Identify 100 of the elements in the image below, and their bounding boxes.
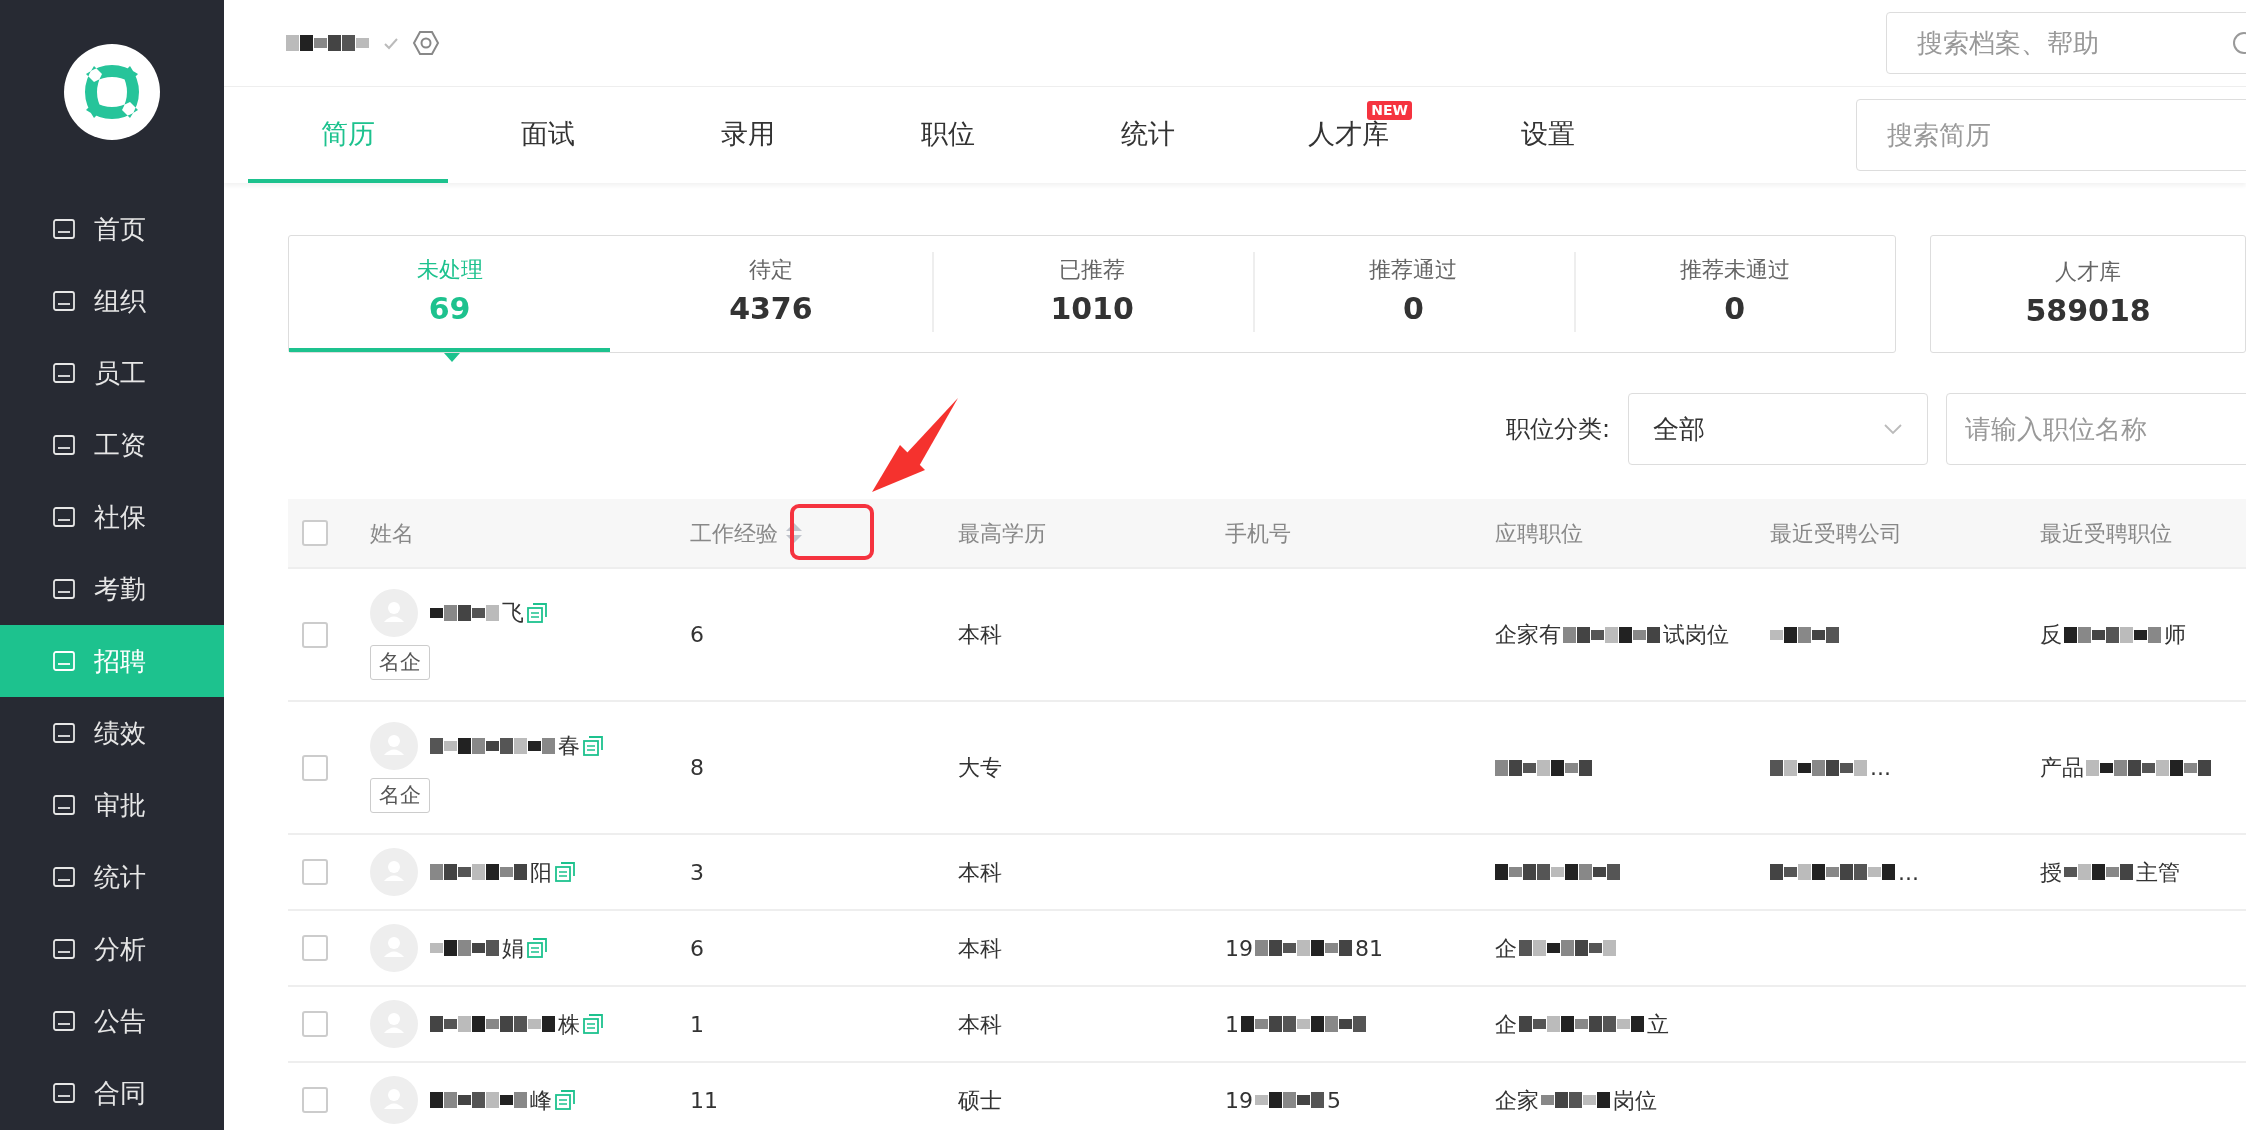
company-tag: 名企 <box>370 777 430 814</box>
table-cell-text: 本科 <box>958 1010 1003 1039</box>
talent-pool-card[interactable]: 人才库 589018 <box>1930 235 2246 353</box>
column-header: 工作经验 <box>690 519 778 548</box>
checkbox[interactable] <box>302 935 328 961</box>
sidebar-item[interactable]: 审批 <box>0 769 224 841</box>
sidebar-item[interactable]: 工资 <box>0 409 224 481</box>
tab[interactable]: 职位 <box>848 87 1048 183</box>
table-cell-text: 本科 <box>958 934 1003 963</box>
logo-icon <box>64 43 160 140</box>
sidebar-item[interactable]: 社保 <box>0 481 224 553</box>
cell-text: 企家有 <box>1495 621 1561 649</box>
cell-text: 春 <box>558 732 580 761</box>
column-header: 应聘职位 <box>1495 519 1583 548</box>
sidebar-item[interactable]: 绩效 <box>0 697 224 769</box>
sidebar-item[interactable]: 统计 <box>0 841 224 913</box>
stat-tab[interactable]: 已推荐 1010 <box>931 236 1253 352</box>
stat-label: 未处理 <box>416 256 483 284</box>
sidebar-item[interactable]: 分析 <box>0 913 224 985</box>
filter-label: 职位分类: <box>1505 414 1610 445</box>
stat-count: 589018 <box>2025 292 2151 330</box>
new-badge: NEW <box>1367 101 1412 120</box>
cell-text: 5 <box>1327 1086 1341 1115</box>
square-icon <box>52 217 76 241</box>
position-name-field[interactable]: 请输入职位名称 <box>1946 393 2246 465</box>
square-icon <box>52 577 76 601</box>
table-cell-text: 本科 <box>958 858 1003 887</box>
column-header: 最近受聘公司 <box>1770 519 1902 548</box>
stat-tab[interactable]: 待定 4376 <box>610 236 932 352</box>
checkbox[interactable] <box>302 621 328 648</box>
cell-text: 企 <box>1495 1010 1517 1039</box>
checkbox[interactable] <box>302 754 328 781</box>
stat-count: 1010 <box>1050 290 1134 328</box>
mosaic-drawing <box>430 937 500 959</box>
square-icon <box>52 361 76 385</box>
sidebar-item[interactable]: 组织 <box>0 265 224 337</box>
search-field[interactable]: 搜索档案、帮助 <box>1886 12 2246 74</box>
checkbox[interactable] <box>302 1011 328 1037</box>
cell-text: ... <box>1870 754 1891 782</box>
checkbox[interactable] <box>302 859 328 885</box>
column-header: 最近受聘职位 <box>2040 519 2172 548</box>
sidebar-item[interactable]: 公告 <box>0 985 224 1057</box>
cell-text: ... <box>1898 858 1919 887</box>
stat-label: 待定 <box>748 256 793 284</box>
sort-icon[interactable] <box>786 523 802 543</box>
cell-text: 阳 <box>530 858 552 887</box>
mosaic-drawing <box>2064 861 2134 883</box>
cell-text: 81 <box>1355 934 1383 963</box>
stat-tab[interactable]: 推荐未通过 0 <box>1574 236 1896 352</box>
stat-count: 0 <box>1402 290 1424 328</box>
cell-text: 反 <box>2040 621 2062 649</box>
mosaic-drawing <box>1255 1089 1325 1111</box>
stat-label: 推荐未通过 <box>1679 256 1790 284</box>
cell-text: 岗位 <box>1613 1086 1657 1115</box>
square-icon <box>52 793 76 817</box>
checkbox[interactable] <box>302 1087 328 1113</box>
company-tag: 名企 <box>370 644 430 681</box>
table-cell-text: 6 <box>690 621 705 649</box>
square-icon <box>52 937 76 961</box>
cell-text: 飞 <box>502 599 524 628</box>
cell-text: 试岗位 <box>1663 621 1729 649</box>
search-field[interactable]: 搜索简历 <box>1856 99 2246 171</box>
cell-text: 产品 <box>2040 754 2084 782</box>
cell-text: 企 <box>1495 934 1517 963</box>
square-icon <box>52 1009 76 1033</box>
stat-label: 人才库 <box>2055 258 2122 286</box>
copy-icon <box>582 734 604 757</box>
square-icon <box>52 865 76 889</box>
cell-text: 企家 <box>1495 1086 1539 1115</box>
stat-tab[interactable]: 推荐通过 0 <box>1252 236 1574 352</box>
table-cell-text: 6 <box>690 934 705 963</box>
square-icon <box>52 649 76 673</box>
tab[interactable]: 面试 <box>448 87 648 183</box>
table-cell-text: 本科 <box>958 621 1003 649</box>
checkbox[interactable] <box>302 520 328 546</box>
tab[interactable]: 设置 <box>1448 87 1648 183</box>
column-header: 手机号 <box>1225 519 1291 548</box>
select-value: 全部 <box>1653 412 1705 446</box>
category-select[interactable]: 全部 <box>1628 393 1928 465</box>
caret-icon <box>444 353 460 362</box>
copy-icon <box>554 1089 576 1111</box>
column-header: 最高学历 <box>958 519 1046 548</box>
tab[interactable]: 统计 <box>1048 87 1248 183</box>
copy-icon <box>582 1013 604 1035</box>
square-icon <box>52 505 76 529</box>
square-icon <box>52 721 76 745</box>
square-icon <box>52 289 76 313</box>
stat-count: 0 <box>1724 290 1746 328</box>
tab[interactable]: 录用 <box>648 87 848 183</box>
cell-text: 立 <box>1647 1010 1669 1039</box>
sidebar-item[interactable]: 员工 <box>0 337 224 409</box>
cell-text: 19 <box>1225 934 1253 963</box>
table-cell-text: 硕士 <box>958 1086 1003 1115</box>
stat-count: 69 <box>428 290 471 328</box>
sidebar-item[interactable]: 考勤 <box>0 553 224 625</box>
sidebar-item[interactable]: 首页 <box>0 193 224 265</box>
sidebar-item[interactable]: 合同 <box>0 1057 224 1129</box>
table-cell-text: 1 <box>690 1010 705 1039</box>
cell-text: 授 <box>2040 858 2062 887</box>
stat-count: 4376 <box>729 290 813 328</box>
